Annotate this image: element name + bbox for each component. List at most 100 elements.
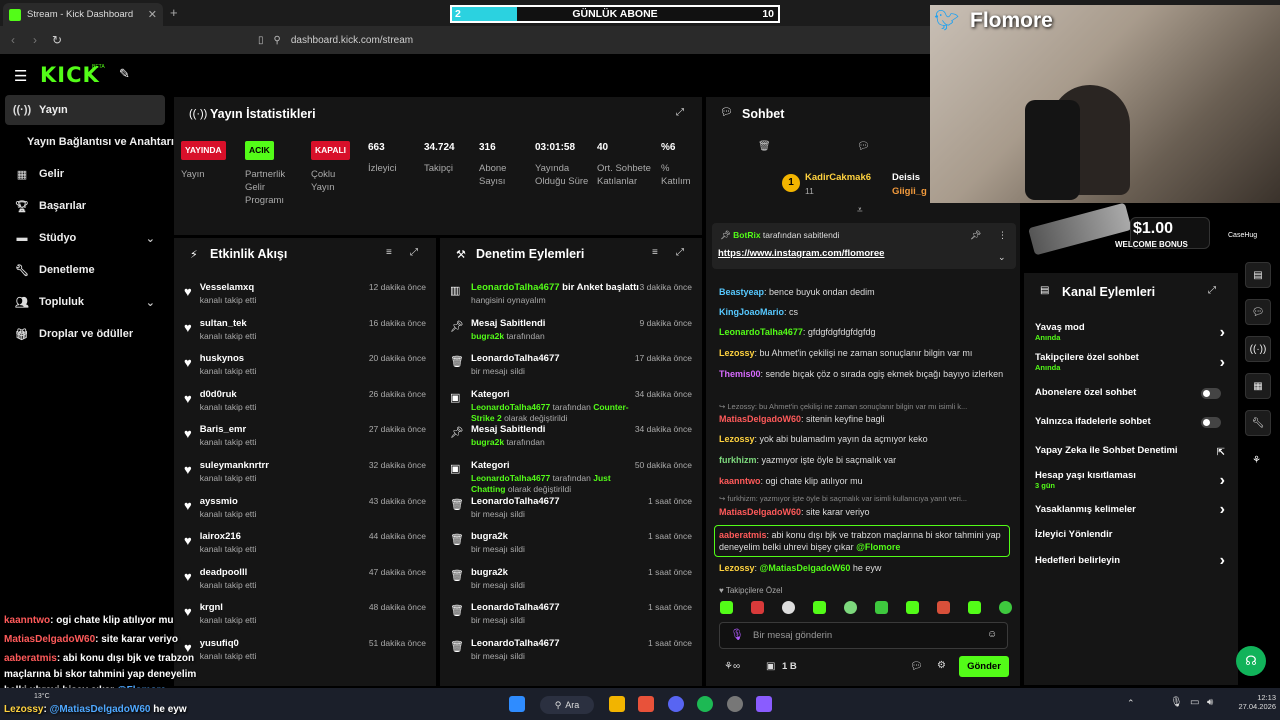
chat-username[interactable]: MatiasDelgadoW60 [719,414,801,424]
chat-settings-icon[interactable]: 💬︎ [857,141,870,152]
emote-icon[interactable] [813,601,826,614]
trash-icon[interactable]: 🗑︎ [758,141,771,152]
sidebar-item-denetleme[interactable]: 🔧︎ Denetleme [5,255,165,285]
chat-username[interactable]: Lezossy [719,434,755,444]
tray-chevron-icon[interactable]: ⌃ [1127,698,1135,709]
channel-action-item[interactable]: Yasaklanmış kelimeler › [1035,501,1225,518]
site-info-icon[interactable]: ⚲ [274,35,281,46]
microphone-icon[interactable]: 🎙︎ [1170,697,1183,708]
chat-username[interactable]: aaberatmis [719,530,767,540]
new-tab-icon[interactable]: + [170,5,178,20]
file-explorer-icon[interactable] [609,696,625,712]
volume-icon[interactable]: 🔊︎ [1207,697,1213,708]
activity-item[interactable]: ♥ suleymanknrtrr kanalı takip etti 32 dakik… [184,460,426,483]
sidebar-item-studyo[interactable]: ▬ Stüdyo ⌄ [5,223,165,253]
activity-item[interactable]: ♥ huskynos kanalı takip etti 20 dakika önce [184,353,426,376]
chat-username[interactable]: MatiasDelgadoW60 [719,507,801,517]
sidebar-item-topluluk[interactable]: 👥︎ Topluluk ⌄ [5,287,165,317]
rail-wrench-icon[interactable]: 🔧︎ [1245,410,1271,436]
bookmark-icon[interactable]: ▯ [258,35,264,46]
support-icon[interactable]: ☊ [1236,646,1266,676]
forward-icon[interactable]: › [24,33,46,47]
emote-icon[interactable] [782,601,795,614]
browser-tab[interactable]: Stream - Kick Dashboard ✕ [3,3,163,26]
activity-user[interactable]: Vesselamxq [200,282,257,293]
channel-action-item[interactable]: Takipçilere özel sohbet Anında › [1035,352,1225,372]
discord-icon[interactable] [668,696,684,712]
windows-start-icon[interactable] [509,696,525,712]
chevron-down-icon[interactable]: ⌄ [998,252,1006,263]
taskbar-search[interactable]: ⚲ Ara [540,696,594,714]
chevron-down-icon[interactable]: ⩡ [857,205,863,216]
activity-item[interactable]: ♥ Baris_emr kanalı takip etti 27 dakika önc… [184,424,426,447]
activity-user[interactable]: yusufiq0 [200,638,257,649]
activity-user[interactable]: deadpoolll [200,567,257,578]
sidebar-item-stream-key[interactable]: Yayın Bağlantısı ve Anahtarı [5,127,175,157]
activity-item[interactable]: ♥ deadpoolll kanalı takip etti 47 dakika ön… [184,567,426,590]
emote-icon[interactable] [968,601,981,614]
chat-username[interactable]: Lezossy [719,348,755,358]
close-tab-icon[interactable]: ✕ [148,8,157,21]
channel-action-item[interactable]: Yapay Zeka ile Sohbet Denetimi ⇱ [1035,445,1225,458]
url-field[interactable]: dashboard.kick.com/stream [291,35,413,46]
expand-icon[interactable]: ⤢ [676,107,684,118]
users-infinity-icon[interactable]: ⚘∞ [724,661,740,672]
emote-icon[interactable] [875,601,888,614]
chat-bubble-icon[interactable]: 💬︎ [910,661,923,672]
tools-icon[interactable]: ✎ [119,66,130,82]
channel-action-item[interactable]: İzleyici Yönlendir [1035,529,1225,540]
chat-username[interactable]: kaanntwo [719,476,761,486]
channel-action-item[interactable]: Abonelere özel sohbet [1035,387,1225,399]
back-icon[interactable]: ‹ [2,33,24,47]
sidebar-item-droplar[interactable]: 🎁︎ Droplar ve ödüller [5,319,165,349]
rail-layout-icon[interactable]: ▦ [1245,373,1271,399]
chat-username[interactable]: Lezossy [719,563,755,573]
activity-user[interactable]: krgnl [200,602,257,613]
network-icon[interactable]: ▭ [1190,697,1199,708]
emote-icon[interactable] [937,601,950,614]
emote-icon[interactable] [906,601,919,614]
emote-icon[interactable] [751,601,764,614]
activity-user[interactable]: ayssmio [200,496,257,507]
microphone-icon[interactable]: 🎙︎ [730,628,744,641]
activity-item[interactable]: ♥ Vesselamxq kanalı takip etti 12 dakika ön… [184,282,426,305]
spotify-icon[interactable] [697,696,713,712]
rail-chat-icon[interactable]: 💬︎ [1245,299,1271,325]
top-gifter-name[interactable]: Deisis [892,172,920,183]
rail-broadcast-icon[interactable]: ((·)) [1245,336,1271,362]
obs-icon[interactable] [756,696,772,712]
sidebar-item-yayin[interactable]: ((·)) Yayın [5,95,165,125]
activity-user[interactable]: huskynos [200,353,257,364]
channel-action-item[interactable]: Hedefleri belirleyin › [1035,552,1225,569]
rail-users-icon[interactable]: ⚘ [1252,455,1261,466]
toggle-switch[interactable] [1201,417,1221,428]
kick-logo[interactable]: KICK [40,63,100,87]
sidebar-item-basarilar[interactable]: 🏆︎ Başarılar [5,191,165,221]
activity-item[interactable]: ♥ d0d0ruk kanalı takip etti 26 dakika önce [184,389,426,412]
filter-icon[interactable]: ≡ [386,247,392,258]
reload-icon[interactable]: ↻ [46,33,68,47]
top-gifter-name[interactable]: Giigii_g [892,186,927,197]
emoji-icon[interactable]: ☺ [987,629,997,640]
app-icon[interactable] [727,696,743,712]
toggle-switch[interactable] [1201,388,1221,399]
activity-user[interactable]: d0d0ruk [200,389,257,400]
expand-icon[interactable]: ⤢ [410,247,418,258]
chat-username[interactable]: furkhizm [719,455,757,465]
sidebar-item-gelir[interactable]: ▦ Gelir [5,159,165,189]
chat-username[interactable]: Beastyeap [719,287,764,297]
activity-user[interactable]: suleymanknrtrr [200,460,269,471]
brave-browser-icon[interactable] [638,696,654,712]
activity-item[interactable]: ♥ lairox216 kanalı takip etti 44 dakika önc… [184,531,426,554]
send-button[interactable]: Gönder [959,656,1009,677]
filter-icon[interactable]: ≡ [652,247,658,258]
activity-user[interactable]: lairox216 [200,531,257,542]
activity-item[interactable]: ♥ yusufiq0 kanalı takip etti 51 dakika önce [184,638,426,661]
activity-item[interactable]: ♥ krgnl kanalı takip etti 48 dakika önce [184,602,426,625]
chat-username[interactable]: LeonardoTalha4677 [719,327,803,337]
activity-user[interactable]: Baris_emr [200,424,257,435]
activity-item[interactable]: ♥ sultan_tek kanalı takip etti 16 dakika ön… [184,318,426,341]
pinned-by[interactable]: BotRix [733,230,760,240]
pinned-link[interactable]: https://www.instagram.com/flomoree [718,248,884,259]
chat-mention[interactable]: @MatiasDelgadoW60 [760,563,851,573]
